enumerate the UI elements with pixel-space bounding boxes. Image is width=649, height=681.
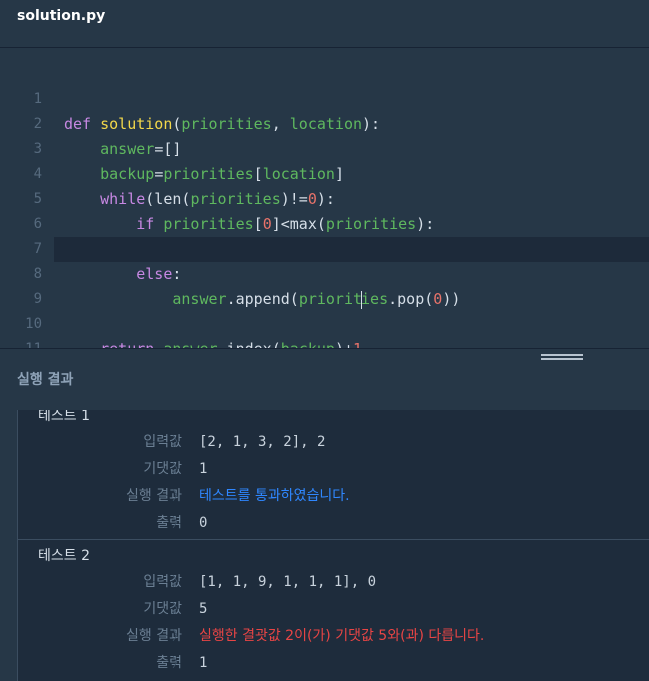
code-line-active[interactable]: 8 answer.append(priorities.pop(0)) bbox=[34, 237, 649, 309]
result-value: 실행한 결괏값 2이(가) 기댓값 5와(과) 다릅니다. bbox=[199, 628, 485, 644]
code-line[interactable]: 10 return answer.index(backup)+1 bbox=[0, 287, 649, 358]
editor-header: solution.py bbox=[0, 0, 649, 48]
output-value: 1 bbox=[199, 655, 208, 671]
chevron-right-icon: 〉 bbox=[172, 462, 186, 477]
code-editor[interactable]: 1 def solution(priorities, location): 2 … bbox=[0, 48, 649, 358]
result-value: 테스트를 통과하였습니다. bbox=[199, 488, 350, 504]
test-title: 테스트 2 bbox=[38, 548, 90, 564]
chevron-right-icon: 〉 bbox=[172, 656, 186, 671]
code-line[interactable]: 4 while(len(priorities)!=0): bbox=[0, 137, 649, 208]
input-value: [1, 1, 9, 1, 1, 1], 0 bbox=[199, 574, 377, 590]
line-number: 7 bbox=[33, 241, 42, 257]
expected-value: 5 bbox=[199, 601, 208, 617]
expected-row: 기댓값 〉 5 bbox=[18, 596, 649, 623]
output-row: 출력 〉 1 bbox=[18, 650, 649, 677]
resize-handle-icon[interactable] bbox=[541, 354, 583, 364]
expected-value: 1 bbox=[199, 461, 208, 477]
chevron-right-icon: 〉 bbox=[172, 602, 186, 617]
results-list: 테스트 1 입력값 〉 [2, 1, 3, 2], 2 기댓값 〉 1 실행 결… bbox=[17, 410, 649, 681]
code-line[interactable]: 6 priorities.append(priorities.pop(0)) bbox=[0, 187, 649, 258]
result-row: 실행 결과 〉 테스트를 통과하였습니다. bbox=[18, 483, 649, 510]
chevron-right-icon: 〉 bbox=[172, 489, 186, 504]
divider bbox=[18, 539, 649, 540]
expected-row: 기댓값 〉 1 bbox=[18, 456, 649, 483]
output-value: 0 bbox=[199, 515, 208, 531]
chevron-right-icon: 〉 bbox=[172, 516, 186, 531]
results-panel[interactable]: 테스트 1 입력값 〉 [2, 1, 3, 2], 2 기댓값 〉 1 실행 결… bbox=[0, 410, 649, 681]
code-line[interactable]: 7 else: bbox=[0, 212, 649, 283]
input-value: [2, 1, 3, 2], 2 bbox=[199, 434, 326, 450]
chevron-right-icon: 〉 bbox=[172, 629, 186, 644]
file-title: solution.py bbox=[17, 8, 106, 24]
result-row: 실행 결과 〉 실행한 결괏값 2이(가) 기댓값 5와(과) 다릅니다. bbox=[18, 623, 649, 650]
chevron-right-icon: 〉 bbox=[172, 435, 186, 450]
input-row: 입력값 〉 [1, 1, 9, 1, 1, 1], 0 bbox=[18, 569, 649, 596]
results-header: 실행 결과 bbox=[0, 348, 649, 410]
test-title: 테스트 1 bbox=[38, 410, 90, 424]
code-line[interactable]: 1 def solution(priorities, location): bbox=[0, 62, 649, 133]
input-row: 입력값 〉 [2, 1, 3, 2], 2 bbox=[18, 429, 649, 456]
chevron-right-icon: 〉 bbox=[172, 575, 186, 590]
code-line[interactable]: 2 answer=[] bbox=[0, 87, 649, 158]
output-row: 출력 〉 0 bbox=[18, 510, 649, 537]
code-line[interactable]: 5 if priorities[0]<max(priorities): bbox=[0, 162, 649, 233]
code-line[interactable]: 9 bbox=[0, 262, 649, 307]
code-line[interactable]: 3 backup=priorities[location] bbox=[0, 112, 649, 183]
code-line[interactable]: 11 bbox=[0, 312, 649, 357]
results-title: 실행 결과 bbox=[17, 372, 74, 388]
